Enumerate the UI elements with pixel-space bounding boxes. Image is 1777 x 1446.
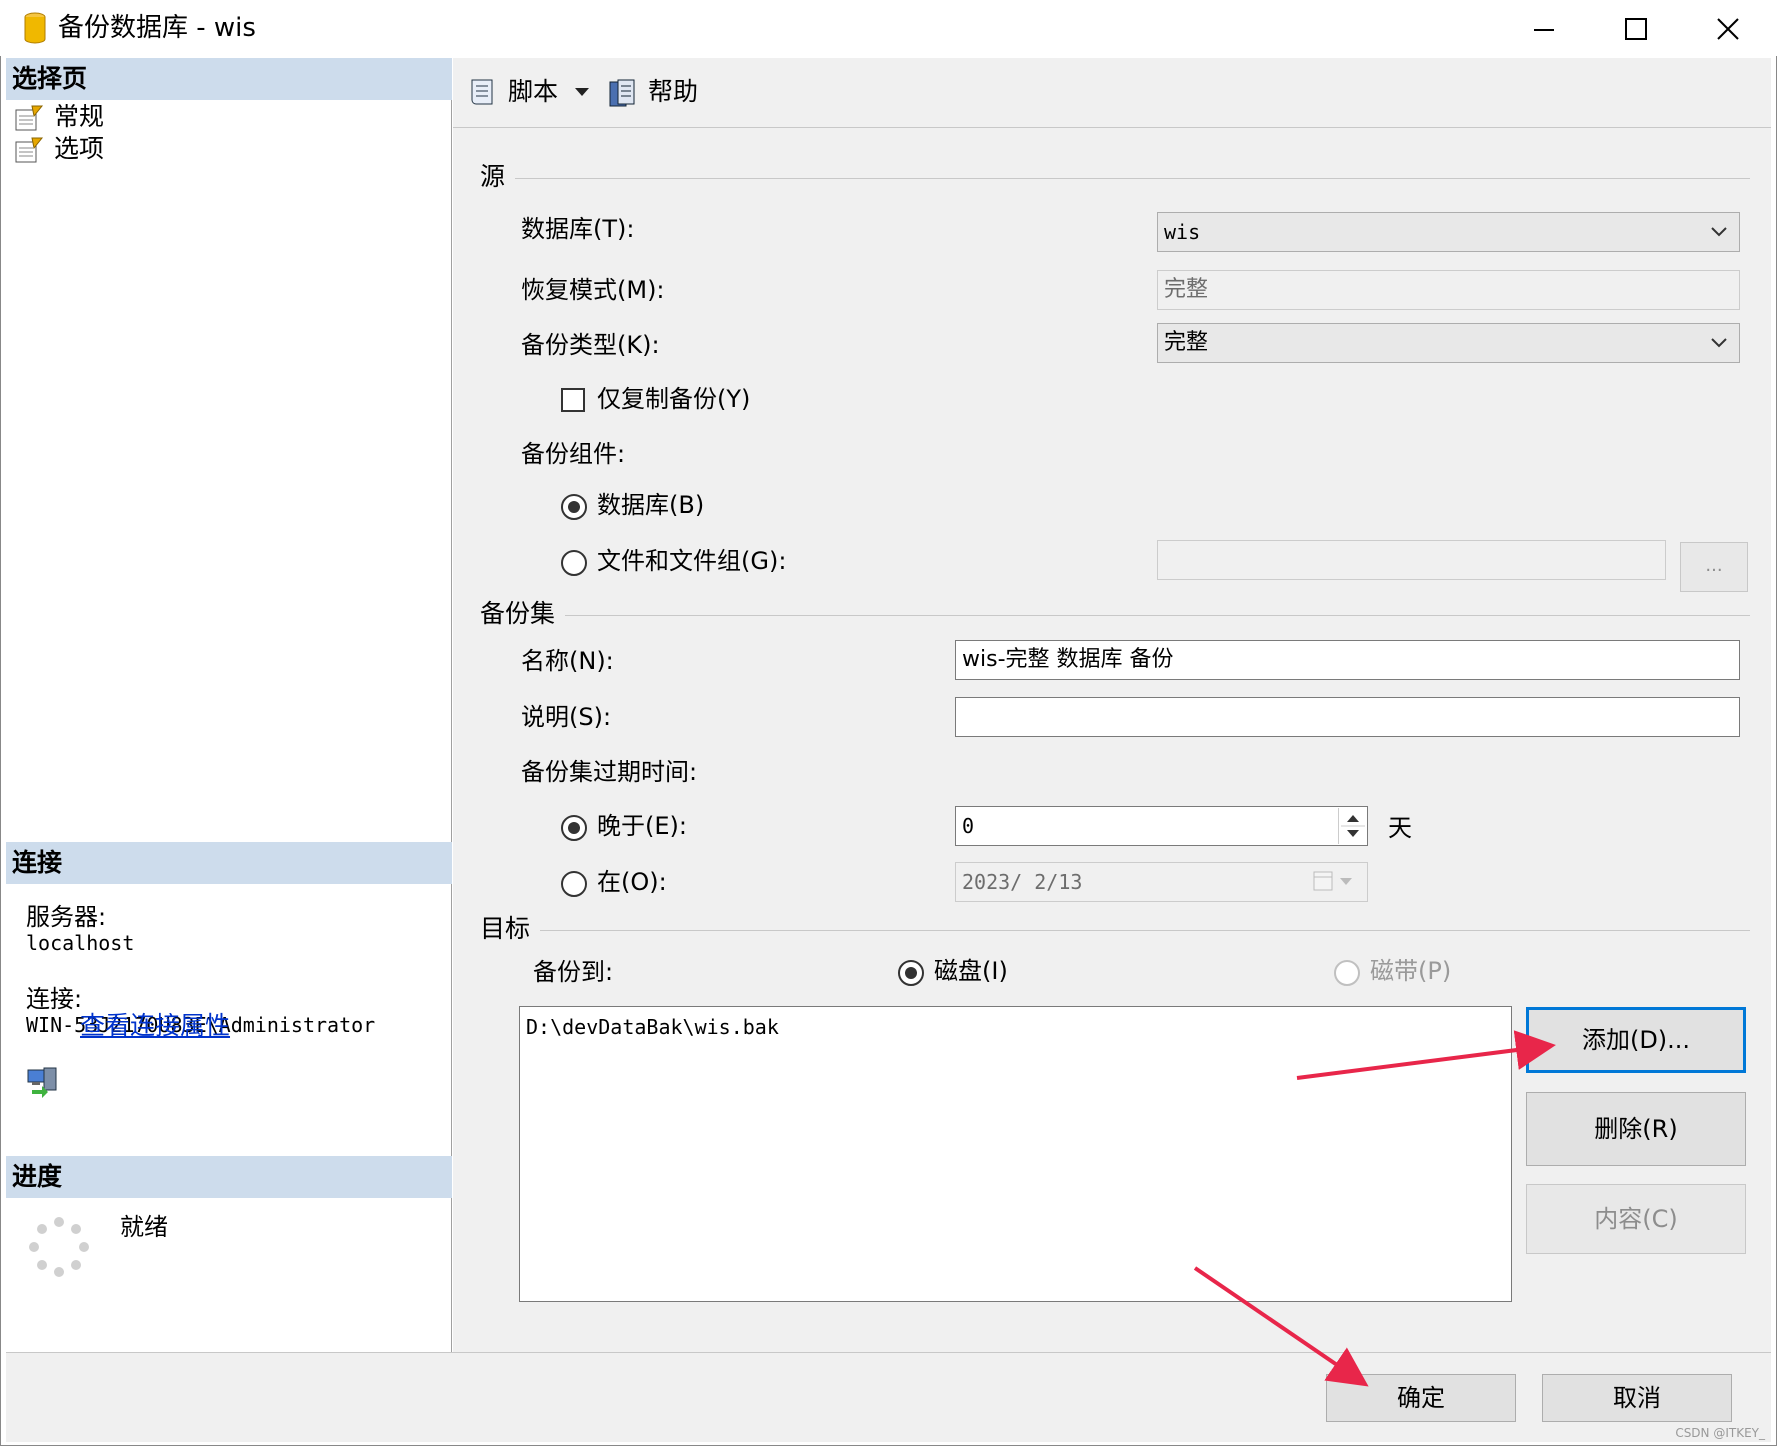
page-settings-icon — [15, 105, 44, 131]
connection-properties-icon — [27, 1067, 57, 1098]
maximize-button[interactable] — [1590, 4, 1680, 52]
server-value: localhost — [26, 931, 135, 955]
page-item-label: 选项 — [54, 134, 105, 163]
database-icon — [24, 12, 46, 44]
contents-button: 内容(C) — [1526, 1184, 1746, 1254]
remove-destination-button[interactable]: 删除(R) — [1526, 1092, 1746, 1166]
help-icon — [609, 79, 635, 107]
script-label: 脚本 — [507, 77, 558, 106]
calendar-dropdown-icon — [1313, 871, 1352, 891]
database-label: 数据库(T): — [521, 215, 635, 243]
script-dropdown-icon[interactable] — [574, 86, 590, 98]
expire-after-label: 晚于(E): — [597, 812, 687, 840]
copy-only-checkbox[interactable] — [561, 388, 585, 412]
description-input[interactable] — [955, 697, 1740, 737]
component-files-radio[interactable] — [561, 550, 587, 576]
script-icon — [471, 79, 493, 105]
component-files-label: 文件和文件组(G): — [597, 547, 787, 575]
chevron-down-icon — [1711, 227, 1727, 237]
select-page-header: 选择页 — [6, 58, 452, 100]
progress-header: 进度 — [6, 1156, 452, 1198]
expire-days-spinner[interactable] — [1338, 808, 1366, 844]
database-value: wis — [1164, 220, 1201, 244]
name-label: 名称(N): — [521, 647, 614, 675]
cancel-button[interactable]: 取消 — [1542, 1374, 1732, 1422]
help-label: 帮助 — [647, 77, 698, 106]
minimize-button[interactable] — [1498, 4, 1588, 52]
view-connection-properties-link[interactable]: 查看连接属性 — [80, 1006, 230, 1042]
destination-list[interactable]: D:\devDataBak\wis.bak — [519, 1006, 1512, 1302]
backup-to-tape-radio — [1334, 960, 1360, 986]
description-label: 说明(S): — [521, 703, 612, 731]
database-select[interactable]: wis — [1157, 212, 1740, 252]
connection-header: 连接 — [6, 842, 452, 884]
page-item-general[interactable]: 常规 — [14, 102, 104, 132]
expire-days-value: 0 — [962, 814, 975, 838]
expire-on-radio[interactable] — [561, 871, 587, 897]
component-database-radio[interactable] — [561, 494, 587, 520]
backup-set-group-label: 备份集 — [480, 599, 566, 629]
backup-type-label: 备份类型(K): — [521, 331, 660, 359]
add-destination-button[interactable]: 添加(D)... — [1526, 1007, 1746, 1073]
ok-button[interactable]: 确定 — [1326, 1374, 1516, 1422]
backup-to-label: 备份到: — [533, 958, 614, 986]
chevron-down-icon — [1711, 338, 1727, 348]
backup-type-select[interactable]: 完整 — [1157, 323, 1740, 363]
source-group-line — [480, 178, 1750, 179]
connection-label: 连接: — [26, 985, 83, 1013]
backup-component-label: 备份组件: — [521, 440, 626, 468]
recovery-model-label: 恢复模式(M): — [521, 276, 665, 304]
expire-label: 备份集过期时间: — [521, 758, 698, 786]
name-input[interactable]: wis-完整 数据库 备份 — [955, 640, 1740, 680]
expire-days-unit: 天 — [1388, 814, 1412, 842]
copy-only-label: 仅复制备份(Y) — [597, 385, 751, 413]
page-item-label: 常规 — [54, 102, 105, 131]
minimize-icon — [1534, 29, 1554, 31]
expire-after-radio[interactable] — [561, 815, 587, 841]
spinner-arrows-icon — [1341, 815, 1365, 837]
backup-to-tape-label: 磁带(P) — [1370, 957, 1452, 985]
backup-to-disk-radio[interactable] — [898, 960, 924, 986]
maximize-icon — [1625, 18, 1647, 40]
source-group-label: 源 — [480, 162, 516, 192]
progress-status: 就绪 — [120, 1213, 168, 1241]
destination-list-item[interactable]: D:\devDataBak\wis.bak — [526, 1013, 779, 1041]
script-button[interactable]: 脚本 — [466, 72, 558, 112]
backup-set-group-line — [480, 615, 1750, 616]
page-settings-icon — [15, 137, 44, 163]
expire-date-picker: 2023/ 2/13 — [955, 862, 1368, 902]
window-title: 备份数据库 - wis — [58, 13, 256, 43]
progress-spinner-icon — [29, 1217, 89, 1277]
files-filegroups-field — [1157, 540, 1666, 580]
expire-days-input[interactable]: 0 — [955, 806, 1368, 846]
left-pane: 选择页 常规 选项 连接 服务器: localhost 连接: WIN-53J2… — [6, 58, 452, 1352]
title-bar: 备份数据库 - wis — [0, 0, 1777, 56]
help-button[interactable]: 帮助 — [606, 72, 698, 112]
expire-date-value: 2023/ 2/13 — [962, 870, 1083, 894]
component-database-label: 数据库(B) — [597, 491, 705, 519]
close-icon — [1717, 18, 1739, 40]
page-item-options[interactable]: 选项 — [14, 134, 104, 164]
server-label: 服务器: — [26, 903, 107, 931]
watermark: CSDN @ITKEY_ — [1675, 1426, 1765, 1440]
expire-on-label: 在(O): — [597, 868, 667, 896]
backup-to-disk-label: 磁盘(I) — [934, 957, 1008, 985]
close-button[interactable] — [1682, 4, 1772, 52]
destination-group-label: 目标 — [480, 914, 541, 944]
browse-files-button: ... — [1680, 542, 1748, 592]
destination-group-line — [480, 930, 1750, 931]
backup-type-value: 完整 — [1164, 330, 1209, 355]
recovery-model-field: 完整 — [1157, 270, 1740, 310]
